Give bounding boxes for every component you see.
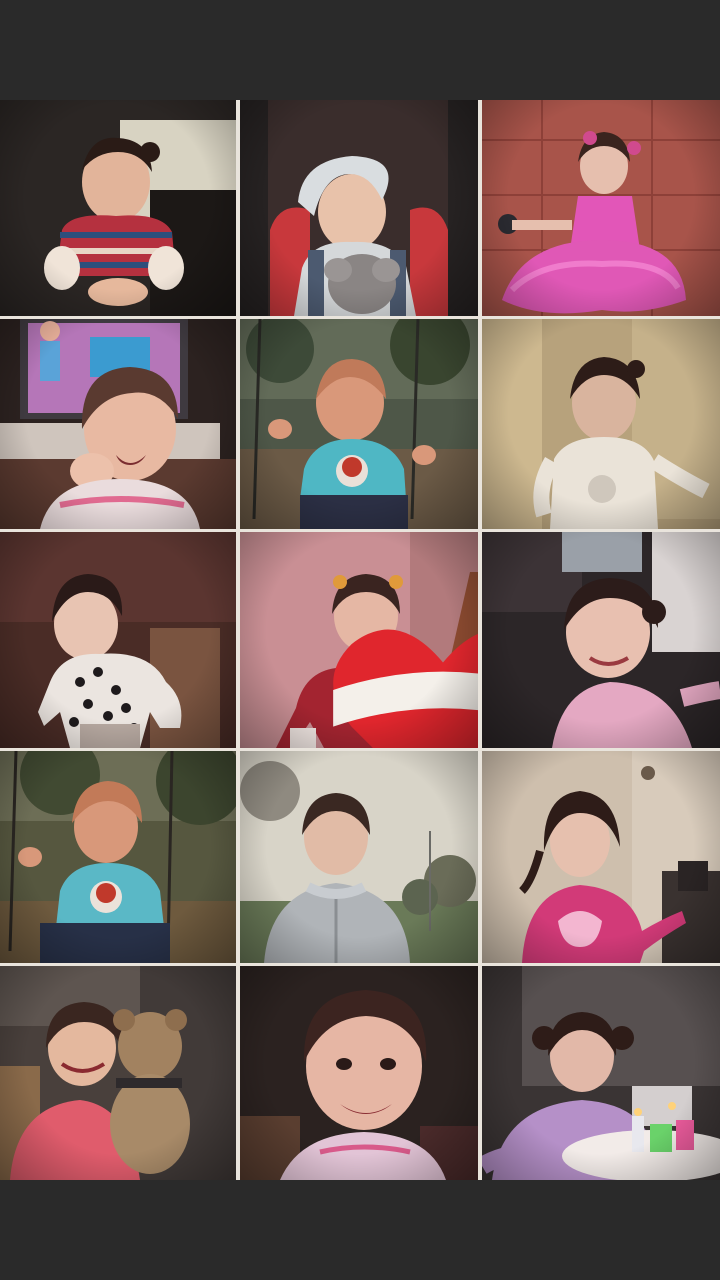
photo-tile-1[interactable] xyxy=(0,100,236,316)
photo-baby-striped-shirt xyxy=(0,100,236,316)
photo-tile-12[interactable] xyxy=(482,751,720,963)
photo-tile-7[interactable] xyxy=(0,532,236,748)
photo-toddler-closeup-smile xyxy=(240,966,478,1180)
photo-girl-grey-jacket-outdoors xyxy=(240,751,478,963)
photo-tile-3[interactable] xyxy=(482,100,720,316)
photo-tile-13[interactable] xyxy=(0,966,236,1180)
photo-girl-polka-dot-dress xyxy=(0,532,236,748)
photo-tile-11[interactable] xyxy=(240,751,478,963)
photo-tile-9[interactable] xyxy=(482,532,720,748)
photo-girl-pink-tutu xyxy=(482,100,720,316)
photo-tile-8[interactable] xyxy=(240,532,478,748)
photo-tile-2[interactable] xyxy=(240,100,478,316)
photo-tile-14[interactable] xyxy=(240,966,478,1180)
photo-toddler-swing-park xyxy=(240,319,478,529)
photo-baby-laughing-tv xyxy=(0,319,236,529)
photo-girl-pink-cardigan-smiling xyxy=(482,532,720,748)
heart-sticker-icon xyxy=(333,629,478,748)
photo-girl-pink-shirt-kitchen xyxy=(482,751,720,963)
photo-collage xyxy=(0,100,720,1180)
photo-girl-teddy-bear xyxy=(0,966,236,1180)
photo-girl-birthday-cake xyxy=(482,966,720,1180)
photo-baby-sun-hat-stroller xyxy=(240,100,478,316)
photo-tile-6[interactable] xyxy=(482,319,720,529)
photo-tile-10[interactable] xyxy=(0,751,236,963)
photo-tile-4[interactable] xyxy=(0,319,236,529)
photo-tile-15[interactable] xyxy=(482,966,720,1180)
photo-tile-5[interactable] xyxy=(240,319,478,529)
photo-girl-white-sweater xyxy=(482,319,720,529)
photo-toddler-swing-park-2 xyxy=(0,751,236,963)
